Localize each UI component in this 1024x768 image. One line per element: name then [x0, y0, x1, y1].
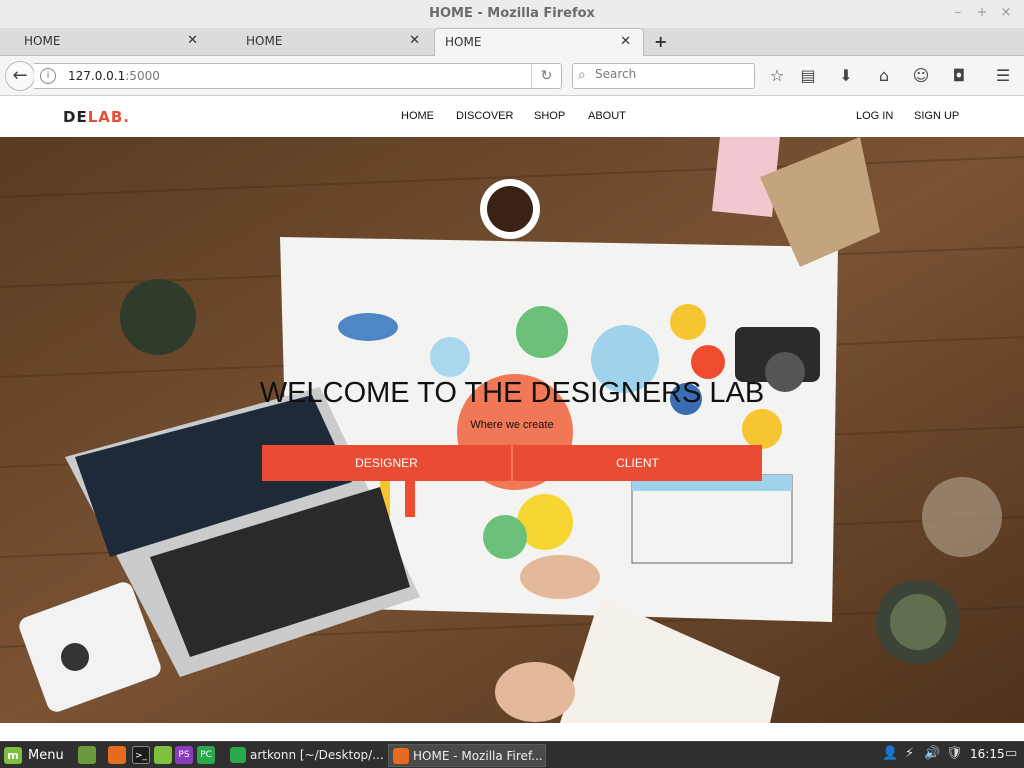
hamburger-menu-icon[interactable]: ☰ — [992, 65, 1014, 87]
terminal-launcher-icon[interactable]: >_ — [132, 746, 150, 764]
reload-icon[interactable]: ↻ — [531, 64, 561, 88]
tab-label: HOME — [24, 34, 61, 48]
url-bar[interactable]: i 127.0.0.1:5000 ↻ — [34, 63, 562, 89]
minimize-icon[interactable]: – — [950, 5, 966, 21]
pocket-icon[interactable]: ◘ — [948, 65, 970, 87]
site-logo[interactable]: DELAB. — [63, 108, 130, 126]
workspace-icon[interactable]: ▭ — [1005, 746, 1017, 761]
site-header: DELAB. HOME DISCOVER SHOP ABOUT LOG IN S… — [0, 96, 1024, 137]
clock: 16:15 — [970, 747, 1005, 761]
search-box[interactable]: ⌕ — [572, 63, 755, 89]
hero-title: WELCOME TO THE DESIGNERS LAB — [259, 377, 765, 409]
downloads-icon[interactable]: ⬇ — [835, 65, 857, 87]
nav-home[interactable]: HOME — [401, 110, 434, 122]
chat-icon[interactable]: ☺ — [910, 65, 932, 87]
url-text[interactable]: 127.0.0.1:5000 — [68, 69, 160, 83]
mint-logo-icon: m — [4, 747, 22, 764]
tab-home-2[interactable]: HOME ✕ — [222, 28, 432, 56]
nav-about[interactable]: ABOUT — [588, 110, 626, 122]
hero-section: WELCOME TO THE DESIGNERS LAB Where we cr… — [0, 137, 1024, 723]
site-info-icon[interactable]: i — [40, 68, 56, 84]
network-icon[interactable]: ⚡ — [905, 746, 914, 761]
close-tab-icon[interactable]: ✕ — [409, 33, 420, 48]
taskbar-window-firefox[interactable]: HOME - Mozilla Firef... — [388, 744, 546, 767]
hero-subtitle: Where we create — [470, 419, 554, 431]
pycharm-icon — [230, 747, 246, 763]
close-window-icon[interactable]: × — [998, 5, 1014, 21]
volume-icon[interactable]: 🔊 — [924, 746, 940, 761]
firefox-launcher-icon[interactable] — [108, 746, 126, 764]
designer-button[interactable]: DESIGNER — [262, 445, 511, 481]
maximize-icon[interactable]: + — [974, 5, 990, 21]
taskbar-window-label: HOME - Mozilla Firef... — [413, 749, 543, 763]
nav-discover[interactable]: DISCOVER — [456, 110, 513, 122]
close-tab-icon[interactable]: ✕ — [187, 33, 198, 48]
taskbar-window-label: artkonn [~/Desktop/... — [250, 748, 384, 762]
taskbar: m Menu >_ PS PC artkonn [~/Desktop/... H… — [0, 741, 1024, 768]
start-menu-button[interactable]: m Menu — [4, 746, 64, 765]
tab-label: HOME — [246, 34, 283, 48]
close-tab-icon[interactable]: ✕ — [620, 34, 631, 49]
login-link[interactable]: LOG IN — [856, 110, 893, 122]
show-desktop-icon[interactable] — [78, 746, 96, 764]
web-page: DELAB. HOME DISCOVER SHOP ABOUT LOG IN S… — [0, 96, 1024, 741]
user-icon[interactable]: 👤 — [882, 746, 898, 761]
navigation-toolbar: ← i 127.0.0.1:5000 ↻ ⌕ ☆ ▤ ⬇ ⌂ ☺ ◘ ☰ — [0, 56, 1024, 96]
taskbar-window-pycharm[interactable]: artkonn [~/Desktop/... — [226, 744, 384, 767]
shield-icon[interactable]: 🛡 — [946, 746, 963, 761]
reading-list-icon[interactable]: ▤ — [797, 65, 819, 87]
back-button[interactable]: ← — [5, 61, 35, 91]
search-input[interactable] — [595, 67, 745, 81]
search-icon: ⌕ — [578, 67, 586, 83]
tab-label: HOME — [445, 35, 482, 49]
files-launcher-icon[interactable] — [154, 746, 172, 764]
new-tab-icon[interactable]: + — [654, 32, 667, 51]
client-button[interactable]: CLIENT — [513, 445, 762, 481]
bookmark-star-icon[interactable]: ☆ — [766, 65, 788, 87]
signup-link[interactable]: SIGN UP — [914, 110, 959, 122]
firefox-icon — [393, 748, 409, 764]
window-title: HOME - Mozilla Firefox — [429, 6, 595, 21]
tab-strip: HOME ✕ HOME ✕ HOME ✕ + — [0, 28, 1024, 57]
nav-shop[interactable]: SHOP — [534, 110, 565, 122]
tab-home-3-active[interactable]: HOME ✕ — [434, 28, 644, 57]
window-titlebar: HOME - Mozilla Firefox – + × — [0, 0, 1024, 28]
pycharm-launcher-icon[interactable]: PC — [197, 746, 215, 764]
tab-home-1[interactable]: HOME ✕ — [0, 28, 210, 56]
menu-label: Menu — [28, 748, 64, 763]
home-icon[interactable]: ⌂ — [873, 65, 895, 87]
phpstorm-launcher-icon[interactable]: PS — [175, 746, 193, 764]
